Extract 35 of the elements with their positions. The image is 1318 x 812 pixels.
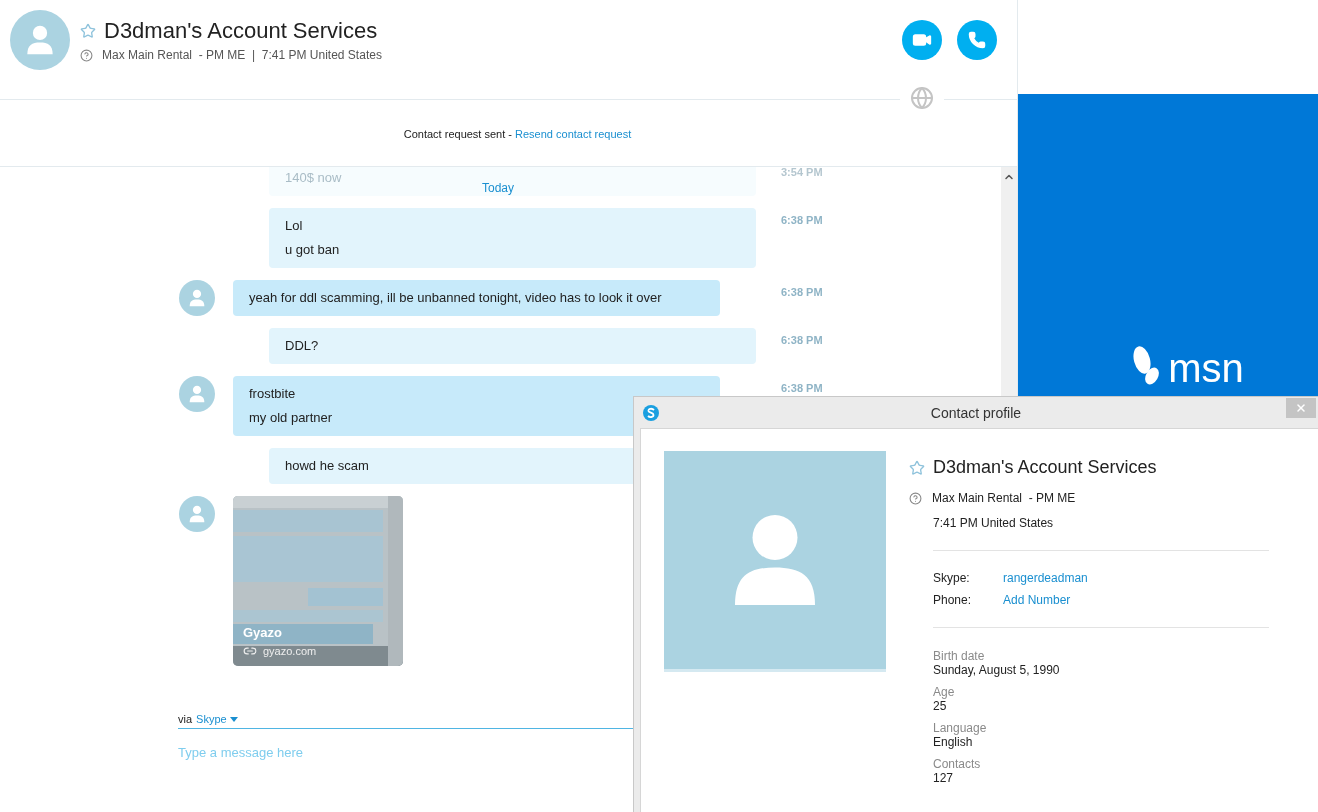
account-label: Skype: bbox=[933, 571, 971, 585]
local-time: 7:41 PM United States bbox=[933, 516, 1055, 530]
date-divider: Today bbox=[482, 181, 515, 195]
message-text: DDL? bbox=[285, 337, 319, 355]
message-time: 6:38 PM bbox=[781, 214, 824, 226]
message-time: 6:38 PM bbox=[781, 382, 824, 394]
detail-label: Contacts bbox=[933, 757, 982, 771]
profile-name: D3dman's Account Services bbox=[933, 457, 1157, 478]
link-title: Gyazo bbox=[243, 625, 282, 640]
detail-value: 25 bbox=[933, 699, 948, 713]
detail-label: Language bbox=[933, 721, 988, 735]
message-text: frostbite bbox=[249, 385, 296, 403]
message-text: u got ban bbox=[285, 241, 340, 259]
ad-logo-text: msn bbox=[1168, 348, 1244, 392]
detail-value: English bbox=[933, 735, 974, 749]
account-label: Phone: bbox=[933, 593, 973, 607]
message-text: yeah for ddl scamming, ill be unbanned tonight, video has to look it over bbox=[249, 289, 662, 307]
message-time: 6:38 PM bbox=[781, 286, 824, 298]
message-time: 6:38 PM bbox=[781, 334, 824, 346]
message-text: my old partner bbox=[249, 409, 333, 427]
detail-value: Sunday, August 5, 1990 bbox=[933, 663, 1061, 677]
notice-text: Contact request sent - bbox=[403, 128, 513, 140]
detail-label: Age bbox=[933, 685, 956, 699]
message-text: howd he scam bbox=[285, 457, 369, 475]
mood-text: Max Main Rental - PM ME bbox=[932, 491, 1076, 505]
dialog-title: Contact profile bbox=[929, 404, 1023, 421]
via-label: via bbox=[178, 713, 193, 725]
link-domain: gyazo.com bbox=[263, 645, 317, 657]
message-text: 140$ now bbox=[285, 169, 342, 187]
message-time: 3:54 PM bbox=[781, 167, 824, 178]
contact-status: Max Main Rental - PM ME | 7:41 PM United States bbox=[102, 48, 382, 62]
detail-value: 127 bbox=[933, 771, 955, 785]
contact-name: D3dman's Account Services bbox=[104, 18, 378, 44]
message-text: Lol bbox=[285, 217, 303, 235]
detail-label: Birth date bbox=[933, 649, 986, 663]
